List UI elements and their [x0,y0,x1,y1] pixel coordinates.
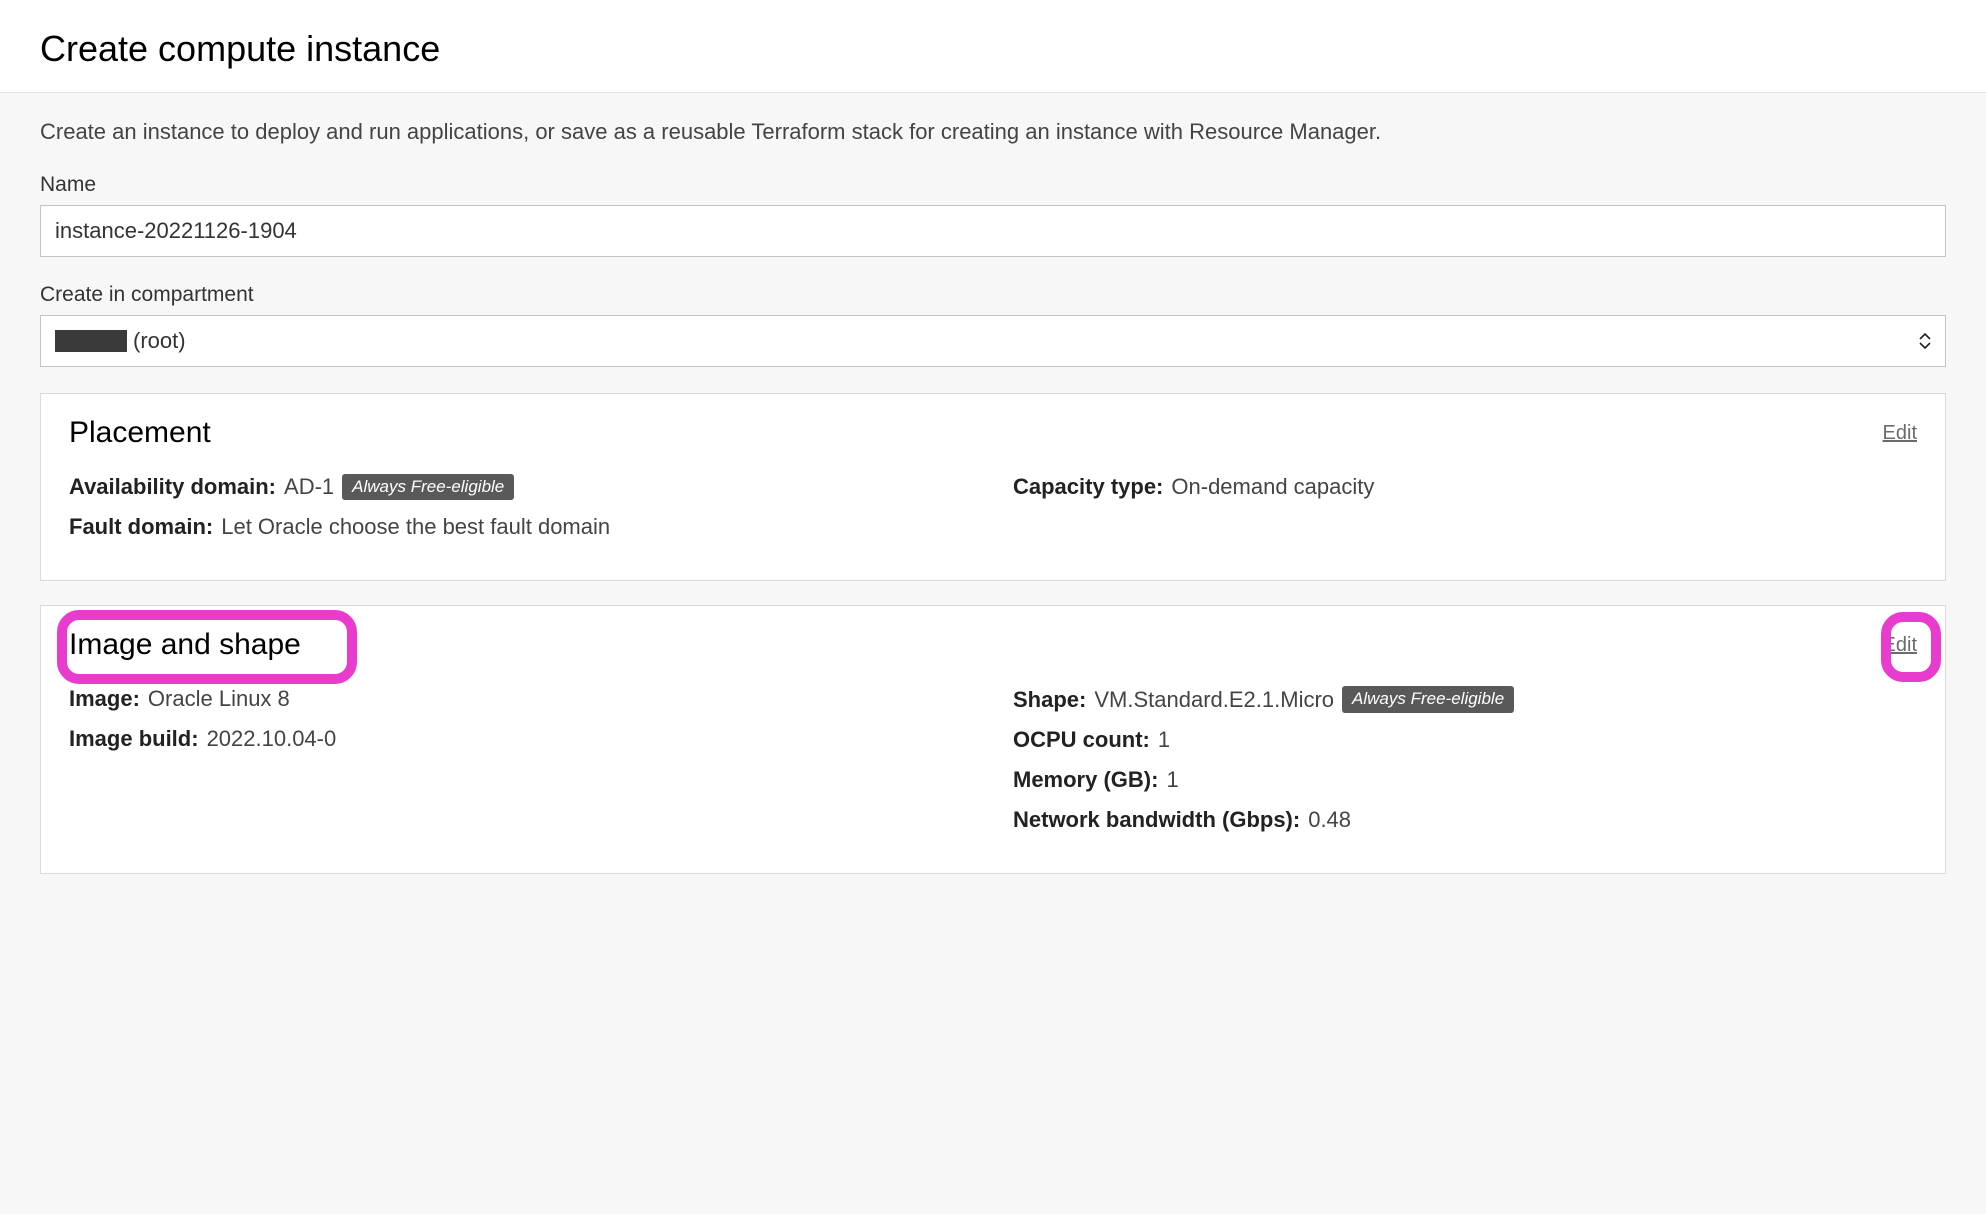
intro-text: Create an instance to deploy and run app… [40,119,1946,145]
fault-domain-value: Let Oracle choose the best fault domain [221,514,610,540]
memory-row: Memory (GB): 1 [1013,767,1917,793]
bandwidth-row: Network bandwidth (Gbps): 0.48 [1013,807,1917,833]
image-shape-left-col: Image: Oracle Linux 8 Image build: 2022.… [69,686,973,846]
placement-panel: Placement Edit Availability domain: AD-1… [40,393,1946,581]
placement-panel-head: Placement Edit [69,416,1917,450]
image-shape-title: Image and shape [69,628,301,662]
ocpu-row: OCPU count: 1 [1013,727,1917,753]
image-label: Image: [69,686,140,712]
image-build-label: Image build: [69,726,199,752]
bandwidth-label: Network bandwidth (Gbps): [1013,807,1300,833]
compartment-label: Create in compartment [40,283,1946,307]
placement-edit-link[interactable]: Edit [1883,422,1917,445]
select-caret-icon [1919,333,1931,349]
shape-value: VM.Standard.E2.1.Micro [1094,687,1334,713]
fault-domain-row: Fault domain: Let Oracle choose the best… [69,514,973,540]
fault-domain-label: Fault domain: [69,514,213,540]
compartment-select[interactable]: (root) [40,315,1946,367]
placement-title: Placement [69,416,211,450]
image-shape-panel: Image and shape Edit Image: Oracle Linux… [40,605,1946,873]
compartment-value-suffix: (root) [133,328,186,354]
availability-domain-row: Availability domain: AD-1 Always Free-el… [69,474,973,500]
shape-row: Shape: VM.Standard.E2.1.Micro Always Fre… [1013,686,1917,712]
name-input[interactable] [40,205,1946,257]
placement-right-col: Capacity type: On-demand capacity [1013,474,1917,554]
capacity-type-row: Capacity type: On-demand capacity [1013,474,1917,500]
image-build-value: 2022.10.04-0 [207,726,337,752]
placement-columns: Availability domain: AD-1 Always Free-el… [69,474,1917,554]
availability-domain-label: Availability domain: [69,474,276,500]
redacted-compartment-name [55,330,127,352]
name-field-group: Name [40,173,1946,257]
image-row: Image: Oracle Linux 8 [69,686,973,712]
ocpu-label: OCPU count: [1013,727,1150,753]
memory-value: 1 [1166,767,1178,793]
page-title: Create compute instance [40,28,1946,70]
availability-free-badge: Always Free-eligible [342,474,514,500]
bandwidth-value: 0.48 [1308,807,1351,833]
image-value: Oracle Linux 8 [148,686,290,712]
content-area: Create an instance to deploy and run app… [0,93,1986,938]
compartment-field-group: Create in compartment (root) [40,283,1946,367]
ocpu-value: 1 [1158,727,1170,753]
capacity-type-label: Capacity type: [1013,474,1163,500]
placement-left-col: Availability domain: AD-1 Always Free-el… [69,474,973,554]
image-shape-edit-link[interactable]: Edit [1883,634,1917,657]
image-shape-right-col: Shape: VM.Standard.E2.1.Micro Always Fre… [1013,686,1917,846]
image-shape-columns: Image: Oracle Linux 8 Image build: 2022.… [69,686,1917,846]
image-build-row: Image build: 2022.10.04-0 [69,726,973,752]
availability-domain-value: AD-1 [284,474,334,500]
shape-free-badge: Always Free-eligible [1342,686,1514,712]
memory-label: Memory (GB): [1013,767,1158,793]
capacity-type-value: On-demand capacity [1171,474,1374,500]
shape-label: Shape: [1013,687,1086,713]
header-bar: Create compute instance [0,0,1986,93]
name-label: Name [40,173,1946,197]
image-shape-panel-head: Image and shape Edit [69,628,1917,662]
